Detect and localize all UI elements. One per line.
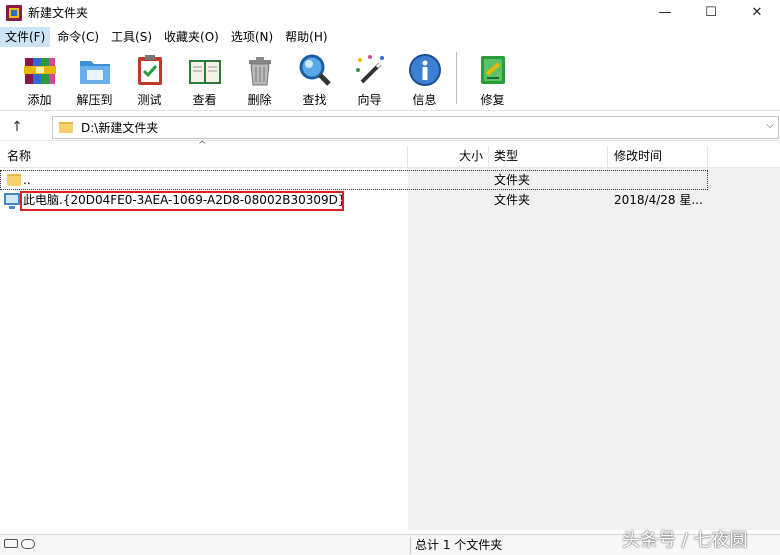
test-label: 测试 [137,93,162,107]
wizard-label: 向导 [357,93,382,107]
computer-stand [9,206,15,209]
wizard-button[interactable]: 向导 [342,47,397,109]
key-icon[interactable] [21,539,35,549]
toolbar: 添加 解压到 测试 查看 删除 查找 向导 信息 修复 [0,47,780,111]
column-headers: ^ 名称 大小 类型 修改时间 [0,140,780,168]
menu-file[interactable]: 文件(F) [0,27,51,47]
path-field[interactable]: D:\新建文件夹 ⌵ [52,116,779,139]
info-label: 信息 [412,93,437,107]
repair-label: 修复 [480,93,505,107]
extract-button[interactable]: 解压到 [67,47,122,109]
column-divider[interactable] [707,146,708,168]
title-bar: 新建文件夹 — ☐ ✕ [0,0,780,25]
chevron-down-icon[interactable]: ⌵ [766,120,774,131]
archive-books-icon [23,58,56,84]
list-row-parent[interactable]: .. 文件夹 [0,170,708,190]
find-label: 查找 [302,93,327,107]
magic-wand-icon [355,55,384,84]
menu-help[interactable]: 帮助(H) [280,27,332,47]
view-button[interactable]: 查看 [177,47,232,109]
delete-label: 删除 [247,93,272,107]
column-divider[interactable] [607,146,608,168]
column-divider[interactable] [488,146,489,168]
add-button[interactable]: 添加 [12,47,67,109]
status-summary: 总计 1 个文件夹 [415,538,503,552]
computer-icon [4,193,20,205]
row-type: 文件夹 [494,173,531,187]
toolbar-separator [456,52,457,104]
row-type: 文件夹 [494,193,531,207]
path-text: D:\新建文件夹 [81,121,159,135]
header-name[interactable]: 名称 [7,146,407,168]
maximize-button[interactable]: ☐ [688,0,734,25]
up-arrow-icon[interactable]: ↑ [0,114,34,140]
open-book-icon [188,60,221,84]
repair-button[interactable]: 修复 [465,47,520,109]
extract-label: 解压到 [76,93,113,107]
info-icon [408,54,441,86]
info-button[interactable]: 信息 [397,47,452,109]
header-modified[interactable]: 修改时间 [614,146,704,168]
trash-bin-icon [248,57,271,86]
address-bar: ↑ D:\新建文件夹 ⌵ [0,114,780,141]
file-list: .. 文件夹 此电脑.{20D04FE0-3AEA-1069-A2D8-0800… [0,168,780,530]
magnifier-icon [299,54,331,86]
folder-icon [59,122,73,133]
red-annotation-box [20,191,344,211]
extract-folder-icon [79,61,110,84]
header-type[interactable]: 类型 [494,146,604,168]
row-name: .. [23,173,31,187]
window-title: 新建文件夹 [28,6,89,20]
menu-tools[interactable]: 工具(S) [106,27,157,47]
view-label: 查看 [192,93,217,107]
find-button[interactable]: 查找 [287,47,342,109]
drive-icon[interactable] [4,539,18,548]
menu-bar: 文件(F) 命令(C) 工具(S) 收藏夹(O) 选项(N) 帮助(H) [0,27,780,47]
winrar-app-icon [6,4,22,21]
header-size[interactable]: 大小 [408,146,483,168]
close-button[interactable]: ✕ [734,0,780,25]
menu-favorites[interactable]: 收藏夹(O) [159,27,224,47]
test-button[interactable]: 测试 [122,47,177,109]
folder-icon [7,174,21,186]
menu-commands[interactable]: 命令(C) [52,27,104,47]
add-label: 添加 [27,93,52,107]
clipboard-check-icon [137,55,162,85]
delete-button[interactable]: 删除 [232,47,287,109]
first-aid-kit-icon [480,56,505,84]
status-divider [410,537,411,554]
menu-options[interactable]: 选项(N) [226,27,278,47]
minimize-button[interactable]: — [642,0,688,25]
list-empty-area [408,168,780,530]
watermark-text: 头条号 / 七夜圆 [622,530,748,551]
row-modified: 2018/4/28 星... [614,193,703,207]
